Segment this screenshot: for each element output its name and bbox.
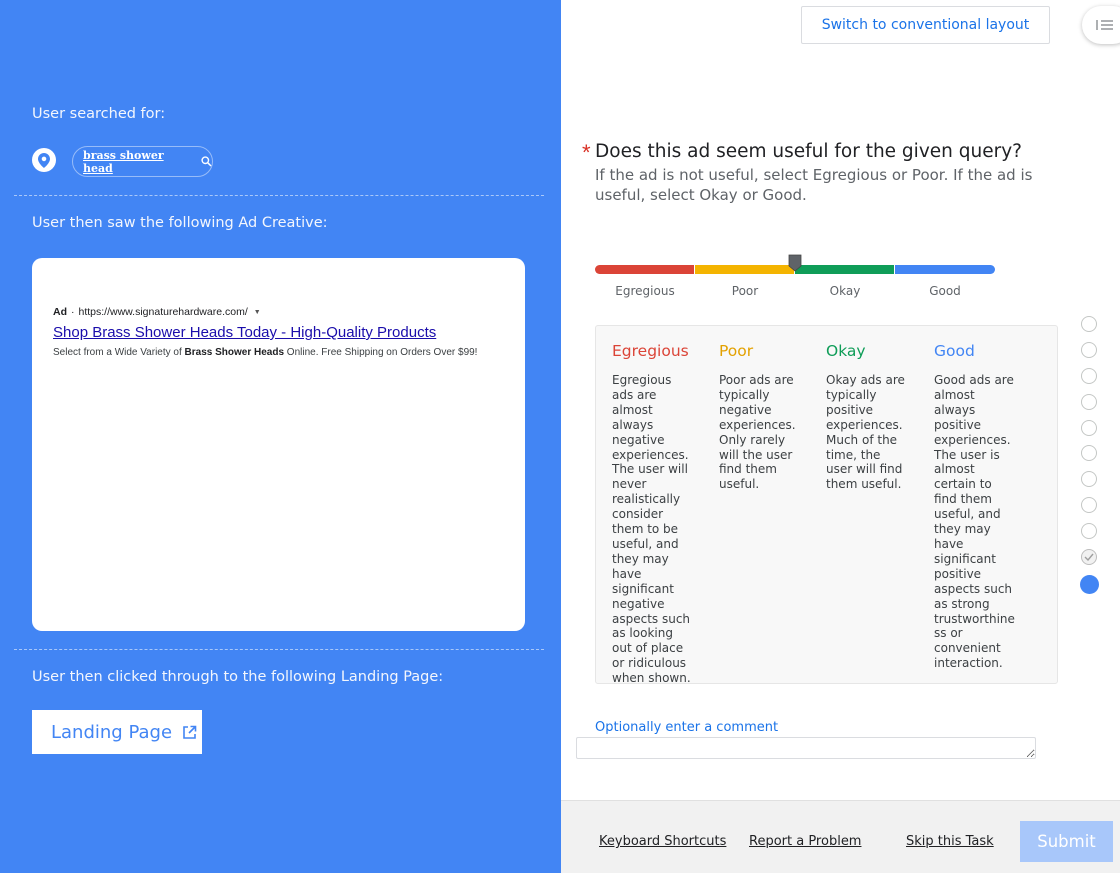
- search-query-chip[interactable]: brass shower head: [72, 146, 213, 177]
- question-title: Does this ad seem useful for the given q…: [595, 141, 1022, 162]
- progress-step[interactable]: [1081, 471, 1097, 488]
- question-progress: [1080, 316, 1101, 604]
- footer-bar: Keyboard Shortcuts Report a Problem Skip…: [561, 800, 1120, 873]
- separator-dot: ·: [71, 306, 75, 318]
- landing-page-button[interactable]: Landing Page: [32, 710, 202, 754]
- rubric-heading: Okay: [826, 342, 866, 360]
- scale-label-egregious: Egregious: [615, 284, 675, 298]
- ad-desc-text: Select from a Wide Variety of: [53, 347, 185, 358]
- rubric-body: Okay ads are typically positive experien…: [826, 373, 905, 492]
- rating-panel: Switch to conventional layout * Does thi…: [561, 0, 1120, 873]
- rubric-heading: Egregious: [612, 342, 689, 360]
- rubric-body: Poor ads are typically negative experien…: [719, 373, 796, 492]
- report-problem-link[interactable]: Report a Problem: [749, 834, 861, 849]
- ad-badge: Ad: [53, 306, 67, 318]
- landing-page-label: Landing Page: [51, 721, 173, 743]
- progress-step[interactable]: [1081, 367, 1097, 384]
- rubric-heading: Good: [934, 342, 975, 360]
- context-panel: User searched for: brass shower head Use…: [0, 0, 561, 873]
- comment-label: Optionally enter a comment: [595, 720, 779, 735]
- slider-segment-egregious[interactable]: [595, 265, 694, 274]
- question-help: If the ad is not useful, select Egregiou…: [595, 166, 1033, 204]
- saw-label: User then saw the following Ad Creative:: [32, 215, 328, 231]
- skip-task-link[interactable]: Skip this Task: [906, 834, 994, 849]
- submit-button[interactable]: Submit: [1020, 821, 1113, 862]
- rubric-body: Good ads are almost always positive expe…: [934, 373, 1015, 671]
- clicked-label: User then clicked through to the followi…: [32, 669, 444, 685]
- ad-desc-text-end: Online. Free Shipping on Orders Over $99…: [284, 347, 478, 358]
- section-divider: [14, 195, 544, 196]
- rubric-column-okay: Okay Okay ads are typically positive exp…: [826, 342, 910, 492]
- switch-layout-button[interactable]: Switch to conventional layout: [801, 6, 1050, 44]
- scale-label-okay: Okay: [829, 284, 861, 298]
- ad-description: Select from a Wide Variety of Brass Show…: [53, 347, 477, 358]
- searched-label: User searched for:: [32, 106, 166, 122]
- slider-segment-good[interactable]: [895, 265, 995, 274]
- slider-segment-poor[interactable]: [695, 265, 794, 274]
- checkmark-icon: [1084, 553, 1094, 562]
- required-asterisk: *: [582, 140, 591, 165]
- slider-segment-okay[interactable]: [795, 265, 894, 274]
- location-pin-icon: [32, 148, 56, 172]
- open-in-new-icon: [182, 725, 197, 740]
- progress-step-completed[interactable]: [1081, 549, 1097, 566]
- caret-down-icon: ▼: [253, 308, 261, 316]
- scale-label-poor: Poor: [731, 284, 759, 298]
- rating-task: User searched for: brass shower head Use…: [0, 0, 1120, 873]
- ad-creative-card: Ad · https://www.signaturehardware.com/ …: [32, 258, 525, 631]
- search-icon: [201, 156, 212, 167]
- progress-step[interactable]: [1081, 523, 1097, 540]
- search-query-text: brass shower head: [83, 148, 164, 175]
- progress-step[interactable]: [1081, 393, 1097, 410]
- rubric-heading: Poor: [719, 342, 754, 360]
- ad-url-line: Ad · https://www.signaturehardware.com/ …: [53, 306, 261, 318]
- progress-step[interactable]: [1081, 445, 1097, 462]
- rating-rubric: Egregious Egregious ads are almost alway…: [595, 325, 1058, 686]
- comment-input[interactable]: [576, 737, 1036, 759]
- keyboard-shortcuts-link[interactable]: Keyboard Shortcuts: [599, 834, 726, 849]
- progress-step[interactable]: [1081, 419, 1097, 436]
- ad-url: https://www.signaturehardware.com/: [78, 306, 248, 318]
- progress-step[interactable]: [1081, 341, 1097, 358]
- list-toggle-icon[interactable]: [1082, 6, 1120, 44]
- section-divider: [14, 649, 544, 650]
- progress-step-current[interactable]: [1080, 574, 1099, 594]
- ad-headline-link[interactable]: Shop Brass Shower Heads Today - High-Qua…: [53, 324, 436, 341]
- progress-step[interactable]: [1081, 497, 1097, 514]
- ad-desc-bold: Brass Shower Heads: [184, 347, 285, 358]
- rubric-column-poor: Poor Poor ads are typically negative exp…: [719, 342, 803, 492]
- rubric-column-egregious: Egregious Egregious ads are almost alway…: [612, 342, 696, 686]
- progress-step[interactable]: [1081, 316, 1097, 332]
- rubric-body: Egregious ads are almost always negative…: [612, 373, 691, 686]
- rubric-column-good: Good Good ads are almost always positive…: [934, 342, 1018, 671]
- scale-label-good: Good: [929, 284, 961, 298]
- slider-thumb[interactable]: [788, 254, 802, 272]
